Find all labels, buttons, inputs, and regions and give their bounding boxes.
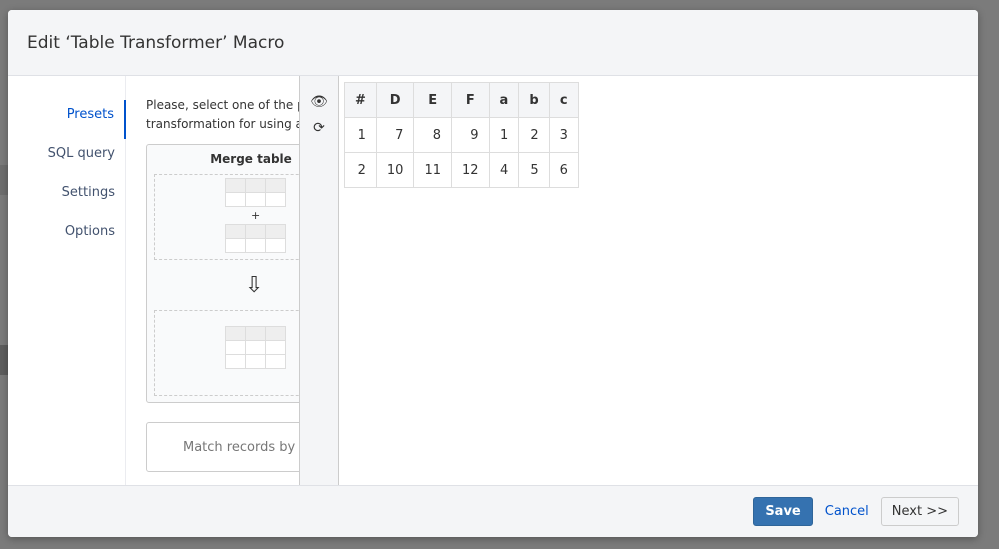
cancel-button[interactable]: Cancel bbox=[821, 504, 873, 519]
arrow-down-icon: ⇩ bbox=[245, 273, 264, 298]
dialog-header: Edit ‘Table Transformer’ Macro bbox=[8, 10, 978, 76]
column-header: # bbox=[344, 82, 377, 118]
background-page bbox=[0, 345, 8, 375]
column-header: c bbox=[548, 82, 579, 118]
header-row: # D E Fa b c bbox=[344, 82, 579, 118]
refresh-icon[interactable]: ⟳ bbox=[300, 120, 338, 146]
background-page bbox=[0, 165, 8, 195]
table-cell: 12 bbox=[451, 152, 490, 188]
table-cell: 7 bbox=[375, 117, 415, 153]
table-cell: 10 bbox=[375, 152, 415, 188]
nav-item-presets[interactable]: Presets bbox=[8, 100, 126, 139]
dialog-title: Edit ‘Table Transformer’ Macro bbox=[27, 32, 285, 53]
save-button[interactable]: Save bbox=[753, 497, 813, 526]
column-header: b bbox=[518, 82, 550, 118]
dialog-footer: Save Cancel Next >> bbox=[8, 485, 978, 537]
column-header: D bbox=[375, 82, 415, 118]
table-cell: 9 bbox=[451, 117, 490, 153]
table-cell: 4 bbox=[488, 152, 520, 188]
table-cell: 2 bbox=[344, 152, 377, 188]
preset-match-records[interactable]: Match records by bbox=[146, 422, 299, 472]
table-cell: 6 bbox=[548, 152, 579, 188]
next-button[interactable]: Next >> bbox=[880, 497, 959, 526]
table-cell: 11 bbox=[413, 152, 452, 188]
result-table: # D E Fa b c 1 7 8 9 1 2 3 2 10 11 12 4 5 6 bbox=[344, 82, 579, 188]
sidebar-nav: Presets SQL query Settings Options bbox=[8, 76, 126, 485]
nav-item-settings[interactable]: Settings bbox=[8, 178, 125, 217]
preset-title: Merge table bbox=[210, 152, 292, 166]
table-cell: 1 bbox=[488, 117, 520, 153]
table-cell: 3 bbox=[548, 117, 579, 153]
preview-toolbar: 👁 ⟳ bbox=[299, 76, 339, 485]
plus-sign: + bbox=[251, 209, 261, 222]
table-thumbnail bbox=[225, 224, 286, 253]
preset-merge-tables[interactable]: Merge table + ⇩ bbox=[146, 144, 299, 403]
table-thumbnail bbox=[225, 178, 286, 207]
column-header: E bbox=[413, 82, 452, 118]
table-cell: 2 bbox=[518, 117, 550, 153]
nav-item-options[interactable]: Options bbox=[8, 217, 125, 256]
table-row: 1789123 bbox=[344, 117, 579, 153]
result-preview: # D E Fa b c 1 7 8 9 1 2 3 2 10 11 12 4 5 6 bbox=[339, 76, 978, 485]
table-thumbnail bbox=[225, 326, 286, 369]
nav-item-sql-query[interactable]: SQL query bbox=[8, 139, 125, 178]
column-header: F bbox=[451, 82, 490, 118]
presets-panel: Please, select one of the p transformati… bbox=[126, 76, 299, 485]
presets-intro-2: transformation for using a bbox=[146, 117, 299, 131]
table-cell: 5 bbox=[518, 152, 550, 188]
eye-icon[interactable]: 👁 bbox=[300, 94, 338, 120]
macro-dialog: Edit ‘Table Transformer’ Macro Presets S… bbox=[8, 10, 978, 537]
table-row: 2 10 11 12 4 5 6 bbox=[344, 152, 579, 188]
table-cell: 8 bbox=[413, 117, 452, 153]
presets-intro: Please, select one of the p bbox=[146, 98, 299, 112]
table-cell: 1 bbox=[344, 117, 377, 153]
column-header: a bbox=[488, 82, 520, 118]
